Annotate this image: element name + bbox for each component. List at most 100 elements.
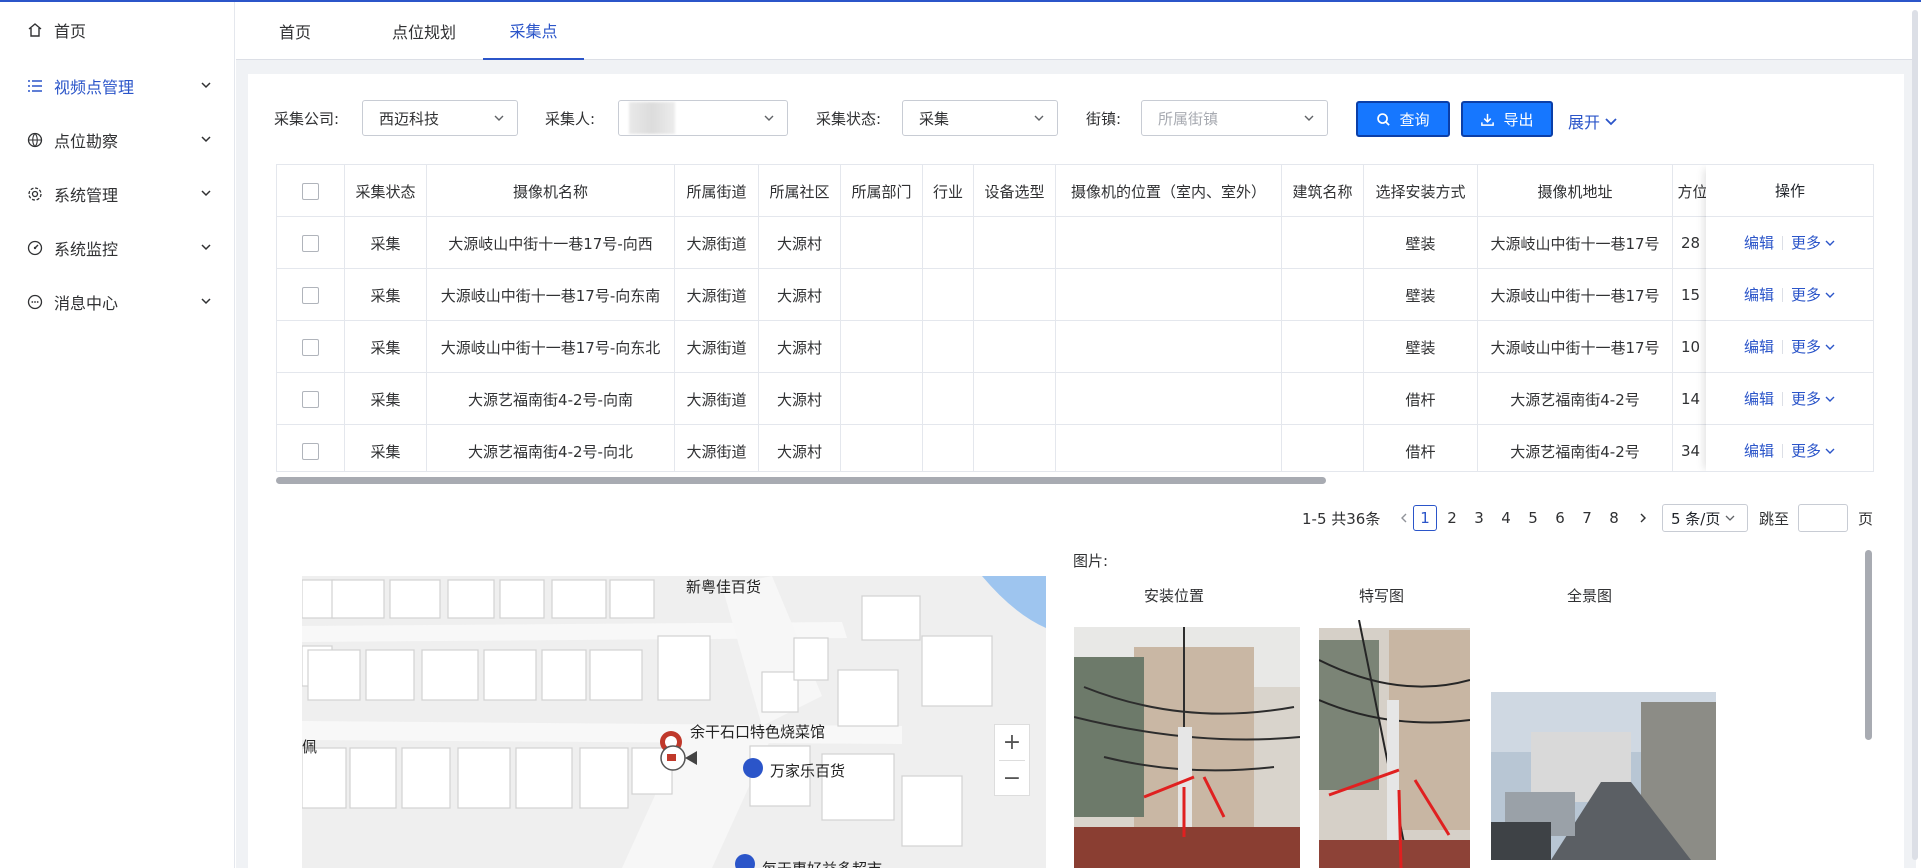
table-cell-position <box>1056 373 1282 425</box>
column-header[interactable]: 采集状态 <box>345 165 427 217</box>
page-tabs: 首页 点位规划 采集点 <box>236 2 1916 60</box>
photo-panorama[interactable] <box>1491 692 1716 860</box>
pagination-summary: 1-5 共36条 <box>1302 509 1381 528</box>
table-row[interactable]: 采集 大源艺福南街4-2号-向南 大源街道 大源村 借杆 大源艺福南街4-2号 14 <box>277 373 1713 425</box>
column-header[interactable]: 建筑名称 <box>1282 165 1364 217</box>
dashboard-icon <box>26 239 44 257</box>
search-icon <box>1377 112 1391 126</box>
page-number[interactable]: 1 <box>1413 505 1437 531</box>
column-header[interactable]: 摄像机的位置（室内、室外） <box>1056 165 1282 217</box>
map-view[interactable]: 新粤佳百货 余干石口特色烧菜馆 万家乐百货 佩 每天惠好益多超市 <box>302 576 1046 868</box>
more-dropdown[interactable]: 更多 <box>1791 440 1836 461</box>
column-header[interactable]: 选择安装方式 <box>1364 165 1478 217</box>
table-cell-address: 大源岐山中街十一巷17号 <box>1478 217 1673 269</box>
edit-link[interactable]: 编辑 <box>1744 388 1774 409</box>
sidebar-item-system-monitor[interactable]: 系统监控 <box>0 228 235 268</box>
map-canvas <box>302 576 1046 868</box>
table-row[interactable]: 采集 大源岐山中街十一巷17号-向东北 大源街道 大源村 壁装 大源岐山中街十一巷17号 1… <box>277 321 1713 373</box>
column-header[interactable]: 摄像机名称 <box>427 165 675 217</box>
table-cell-building <box>1282 373 1364 425</box>
column-header[interactable]: 所属部门 <box>841 165 923 217</box>
map-label-store: 新粤佳百货 <box>686 578 762 596</box>
redacted-collector-name <box>629 102 675 134</box>
sidebar-item-survey[interactable]: 点位勘察 <box>0 120 235 160</box>
sidebar-item-home[interactable]: 首页 <box>0 10 235 50</box>
row-checkbox[interactable] <box>302 286 319 304</box>
company-label: 采集公司: <box>274 110 340 128</box>
sidebar-item-label: 点位勘察 <box>54 132 119 151</box>
column-header[interactable]: 行业 <box>923 165 974 217</box>
page-unit-label: 页 <box>1858 509 1874 528</box>
page-number[interactable]: 4 <box>1494 505 1518 531</box>
sidebar-item-system-management[interactable]: 系统管理 <box>0 174 235 214</box>
page-number[interactable]: 2 <box>1440 505 1464 531</box>
town-select[interactable]: 所属街镇 <box>1141 100 1328 136</box>
table-horizontal-scrollbar[interactable] <box>276 477 1326 484</box>
photo-close-up[interactable] <box>1319 620 1470 868</box>
row-checkbox[interactable] <box>302 338 319 356</box>
page-number[interactable]: 6 <box>1548 505 1572 531</box>
tab-point-planning[interactable]: 点位规划 <box>376 2 472 60</box>
zoom-in-button[interactable]: + <box>995 725 1029 760</box>
photo-install-position[interactable] <box>1074 627 1300 868</box>
more-dropdown[interactable]: 更多 <box>1791 284 1836 305</box>
export-button[interactable]: 导出 <box>1461 101 1553 137</box>
table-cell-street: 大源街道 <box>675 321 759 373</box>
page-number[interactable]: 7 <box>1575 505 1599 531</box>
page-number[interactable]: 3 <box>1467 505 1491 531</box>
row-checkbox[interactable] <box>302 234 319 252</box>
table-cell-name: 大源岐山中街十一巷17号-向西 <box>427 217 675 269</box>
tab-collection-points[interactable]: 采集点 <box>483 2 584 60</box>
select-all-checkbox[interactable] <box>302 182 319 200</box>
status-select[interactable]: 采集 <box>902 100 1058 136</box>
expand-link[interactable]: 展开 <box>1568 109 1619 133</box>
column-header[interactable]: 所属社区 <box>759 165 841 217</box>
table-cell-install: 借杆 <box>1364 425 1478 471</box>
edit-link[interactable]: 编辑 <box>1744 336 1774 357</box>
sidebar: 首页 视频点管理 点位勘察 系统管理 系统监控 消息中心 <box>0 2 235 868</box>
table-row[interactable]: 采集 大源艺福南街4-2号-向北 大源街道 大源村 借杆 大源艺福南街4-2号 34 <box>277 425 1713 471</box>
page-number[interactable]: 5 <box>1521 505 1545 531</box>
chat-icon <box>26 293 44 311</box>
divider <box>1782 339 1783 354</box>
map-label-edge: 佩 <box>302 738 318 756</box>
column-header[interactable]: 所属街道 <box>675 165 759 217</box>
sidebar-item-messages[interactable]: 消息中心 <box>0 282 235 322</box>
table-cell-install: 壁装 <box>1364 321 1478 373</box>
zoom-out-button[interactable]: − <box>995 761 1029 796</box>
window-scrollbar[interactable] <box>1912 10 1918 860</box>
edit-link[interactable]: 编辑 <box>1744 232 1774 253</box>
photo-caption-install: 安装位置 <box>1144 587 1205 605</box>
page-number[interactable]: 8 <box>1602 505 1626 531</box>
operations-header: 操作 <box>1706 165 1873 217</box>
page-size-select[interactable]: 5 条/页 <box>1662 504 1748 532</box>
more-label: 更多 <box>1791 390 1822 408</box>
photo-caption-panorama: 全景图 <box>1567 587 1613 605</box>
table-cell-position <box>1056 217 1282 269</box>
company-select[interactable]: 西迈科技 <box>362 100 518 136</box>
sidebar-item-video-points[interactable]: 视频点管理 <box>0 66 235 106</box>
column-header[interactable]: 设备选型 <box>974 165 1056 217</box>
table-row[interactable]: 采集 大源岐山中街十一巷17号-向东南 大源街道 大源村 壁装 大源岐山中街十一巷17号 1… <box>277 269 1713 321</box>
content-vertical-scrollbar[interactable] <box>1865 550 1872 740</box>
table-cell-dept <box>841 425 923 471</box>
row-checkbox[interactable] <box>302 390 319 408</box>
more-dropdown[interactable]: 更多 <box>1791 388 1836 409</box>
query-button[interactable]: 查询 <box>1356 101 1450 137</box>
table-cell-building <box>1282 321 1364 373</box>
table-cell-install: 壁装 <box>1364 217 1478 269</box>
table-row[interactable]: 采集 大源岐山中街十一巷17号-向西 大源街道 大源村 壁装 大源岐山中街十一巷17号 28 <box>277 217 1713 269</box>
edit-link[interactable]: 编辑 <box>1744 284 1774 305</box>
jump-label: 跳至 <box>1759 509 1790 528</box>
column-header[interactable]: 摄像机地址 <box>1478 165 1673 217</box>
jump-page-input[interactable] <box>1798 504 1848 532</box>
row-checkbox[interactable] <box>302 442 319 460</box>
chevron-right-icon <box>1640 513 1646 523</box>
sidebar-item-label: 首页 <box>54 22 87 41</box>
next-page-button[interactable] <box>1631 505 1655 531</box>
edit-link[interactable]: 编辑 <box>1744 440 1774 461</box>
photos-title: 图片: <box>1073 552 1109 570</box>
more-dropdown[interactable]: 更多 <box>1791 232 1836 253</box>
tab-home[interactable]: 首页 <box>264 2 326 60</box>
more-dropdown[interactable]: 更多 <box>1791 336 1836 357</box>
